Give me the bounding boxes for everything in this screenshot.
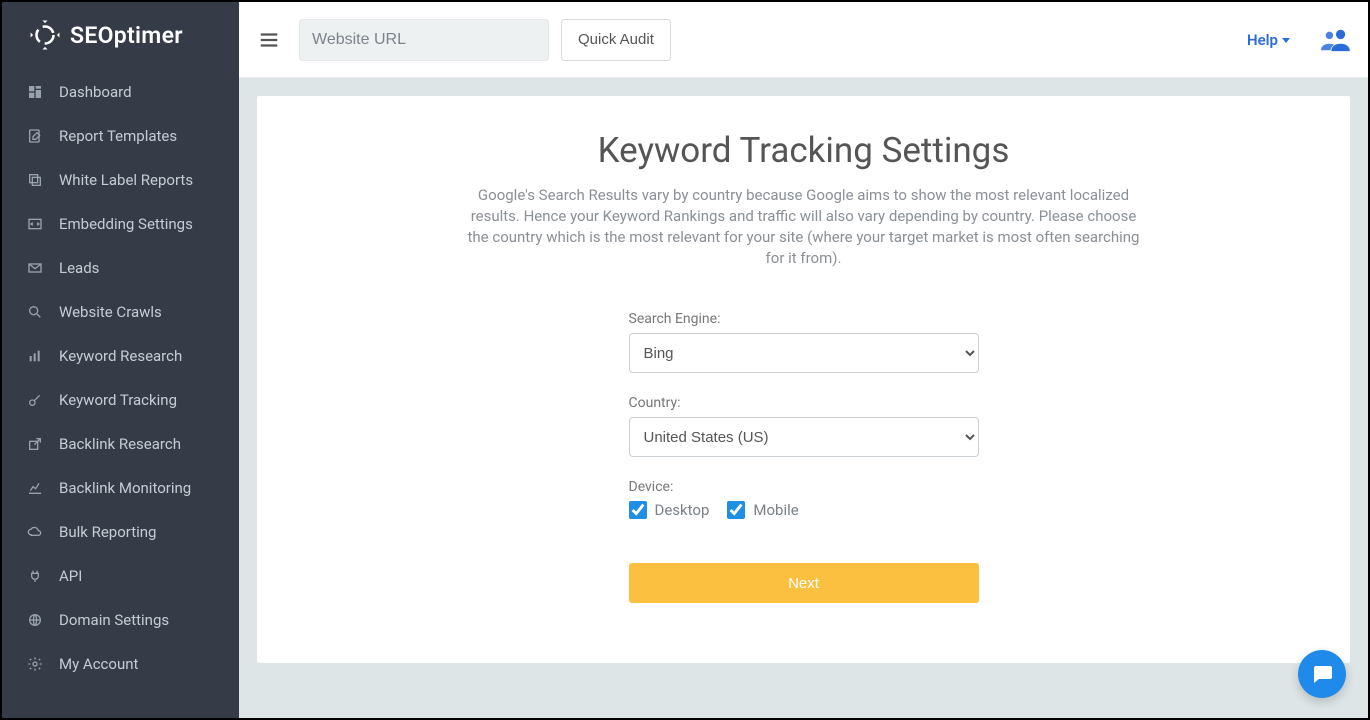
sidebar-item-label: Keyword Tracking	[59, 391, 177, 409]
magnify-icon	[26, 303, 44, 321]
sidebar-item-leads[interactable]: Leads	[2, 246, 239, 290]
page-description: Google's Search Results vary by country …	[464, 185, 1144, 269]
menu-toggle-button[interactable]	[257, 28, 281, 52]
device-desktop-label: Desktop	[655, 501, 710, 519]
device-mobile-label: Mobile	[753, 501, 798, 519]
search-engine-select[interactable]: Bing	[629, 333, 979, 373]
sidebar-item-label: Keyword Research	[59, 347, 182, 365]
device-desktop-checkbox[interactable]	[629, 501, 647, 519]
country-select[interactable]: United States (US)	[629, 417, 979, 457]
cloud-icon	[26, 523, 44, 541]
sidebar-item-label: Backlink Monitoring	[59, 479, 191, 497]
sidebar-item-white-label[interactable]: White Label Reports	[2, 158, 239, 202]
mail-icon	[26, 259, 44, 277]
main: Quick Audit Help Keyword Tracking Settin…	[239, 2, 1368, 718]
help-menu[interactable]: Help	[1247, 31, 1290, 49]
chevron-down-icon	[1282, 38, 1290, 43]
sidebar-item-label: API	[59, 567, 82, 585]
sidebar-item-backlink-research[interactable]: Backlink Research	[2, 422, 239, 466]
brand-icon	[28, 18, 62, 52]
sidebar-item-website-crawls[interactable]: Website Crawls	[2, 290, 239, 334]
sidebar-item-label: Dashboard	[59, 83, 132, 101]
file-edit-icon	[26, 127, 44, 145]
external-link-icon	[26, 435, 44, 453]
sidebar-item-keyword-tracking[interactable]: Keyword Tracking	[2, 378, 239, 422]
device-label: Device:	[629, 479, 979, 495]
target-icon	[26, 391, 44, 409]
sidebar-item-label: Report Templates	[59, 127, 177, 145]
gear-icon	[26, 655, 44, 673]
account-icon[interactable]	[1320, 27, 1350, 53]
brand-logo[interactable]: SEOptimer	[2, 2, 239, 70]
sidebar-item-label: Embedding Settings	[59, 215, 193, 233]
settings-card: Keyword Tracking Settings Google's Searc…	[257, 96, 1350, 663]
sidebar-item-backlink-monitoring[interactable]: Backlink Monitoring	[2, 466, 239, 510]
sidebar-item-label: Leads	[59, 259, 99, 277]
sidebar-item-label: White Label Reports	[59, 171, 193, 189]
sidebar-item-api[interactable]: API	[2, 554, 239, 598]
brand-name: SEOptimer	[70, 22, 183, 49]
bar-chart-icon	[26, 347, 44, 365]
device-mobile-option[interactable]: Mobile	[727, 501, 798, 519]
help-label: Help	[1247, 31, 1278, 49]
settings-form: Search Engine: Bing Country: United Stat…	[629, 311, 979, 603]
sidebar: SEOptimer Dashboard Report Templates Whi…	[2, 2, 239, 718]
sidebar-item-label: Backlink Research	[59, 435, 181, 453]
globe-icon	[26, 611, 44, 629]
sidebar-item-keyword-research[interactable]: Keyword Research	[2, 334, 239, 378]
search-engine-label: Search Engine:	[629, 311, 979, 327]
sidebar-item-label: Website Crawls	[59, 303, 162, 321]
sidebar-item-domain-settings[interactable]: Domain Settings	[2, 598, 239, 642]
chat-launcher-button[interactable]	[1298, 650, 1346, 698]
dashboard-icon	[26, 83, 44, 101]
next-button[interactable]: Next	[629, 563, 979, 603]
sidebar-item-label: My Account	[59, 655, 138, 673]
sidebar-item-label: Bulk Reporting	[59, 523, 156, 541]
plug-icon	[26, 567, 44, 585]
website-url-input[interactable]	[299, 19, 549, 61]
quick-audit-button[interactable]: Quick Audit	[561, 19, 671, 61]
sidebar-item-embedding[interactable]: Embedding Settings	[2, 202, 239, 246]
device-mobile-checkbox[interactable]	[727, 501, 745, 519]
topbar: Quick Audit Help	[239, 2, 1368, 78]
sidebar-item-label: Domain Settings	[59, 611, 169, 629]
embed-icon	[26, 215, 44, 233]
sidebar-item-report-templates[interactable]: Report Templates	[2, 114, 239, 158]
device-desktop-option[interactable]: Desktop	[629, 501, 710, 519]
sidebar-item-dashboard[interactable]: Dashboard	[2, 70, 239, 114]
line-chart-icon	[26, 479, 44, 497]
country-label: Country:	[629, 395, 979, 411]
copy-icon	[26, 171, 44, 189]
sidebar-item-my-account[interactable]: My Account	[2, 642, 239, 686]
sidebar-item-bulk-reporting[interactable]: Bulk Reporting	[2, 510, 239, 554]
page-title: Keyword Tracking Settings	[305, 130, 1302, 171]
